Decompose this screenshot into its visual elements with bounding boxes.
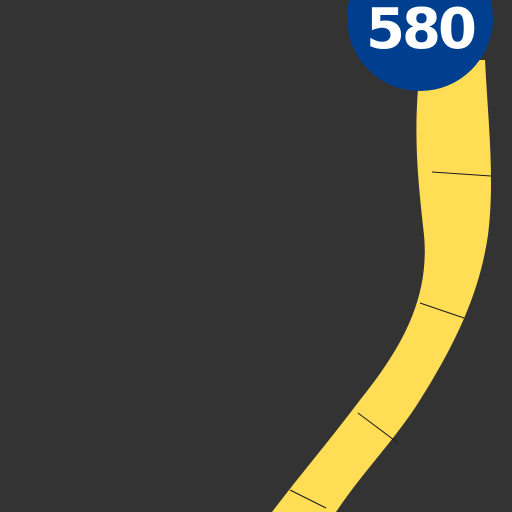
route-shield-label: 580	[366, 0, 475, 62]
map-tile[interactable]: 580	[0, 0, 512, 512]
map-canvas[interactable]: 580	[0, 0, 512, 512]
highway-road[interactable]	[272, 60, 492, 512]
